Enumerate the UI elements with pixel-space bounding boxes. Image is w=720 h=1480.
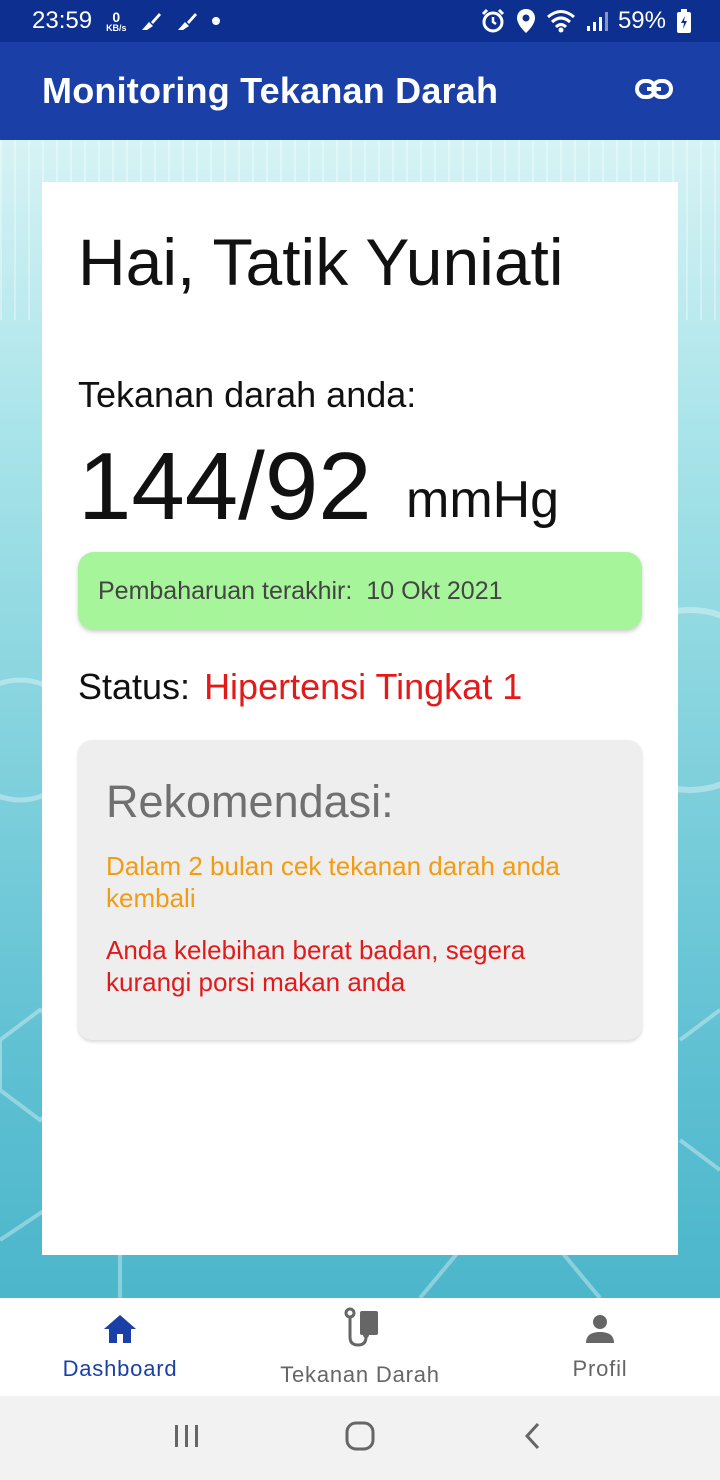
blood-pressure-icon	[338, 1307, 382, 1356]
nav-item-dashboard[interactable]: Dashboard	[0, 1298, 240, 1396]
dot-icon	[211, 16, 221, 26]
broom-icon	[139, 10, 163, 32]
greeting-text: Hai, Tatik Yuniati	[78, 225, 564, 299]
back-button[interactable]	[503, 1408, 563, 1468]
battery-percent: 59%	[617, 7, 666, 34]
home-circle-icon	[344, 1420, 376, 1457]
blood-pressure-label: Tekanan darah anda:	[78, 374, 417, 415]
wifi-icon	[546, 9, 576, 33]
home-icon	[102, 1313, 138, 1350]
app-bar: Monitoring Tekanan Darah	[0, 42, 720, 140]
link-button[interactable]	[630, 67, 678, 115]
system-navigation-bar	[0, 1396, 720, 1480]
recent-apps-button[interactable]	[157, 1408, 217, 1468]
link-icon	[635, 78, 673, 105]
net-speed-unit: KB/s	[106, 22, 127, 33]
status-bar: 23:59 0 KB/s 59%	[0, 0, 720, 42]
recommendation-item: Dalam 2 bulan cek tekanan darah anda kem…	[106, 851, 560, 913]
recommendation-box: Rekomendasi: Dalam 2 bulan cek tekanan d…	[78, 740, 642, 1040]
nav-item-tekanan-darah[interactable]: Tekanan Darah	[240, 1298, 480, 1396]
recent-apps-icon	[172, 1423, 202, 1454]
nav-label-tekanan-darah: Tekanan Darah	[280, 1361, 440, 1387]
status-time: 23:59	[32, 7, 93, 34]
alarm-icon	[480, 8, 506, 34]
battery-icon	[676, 8, 692, 34]
bottom-navigation: Dashboard Tekanan Darah Profil	[0, 1298, 720, 1396]
recommendation-title: Rekomendasi:	[106, 776, 394, 827]
home-button[interactable]	[330, 1408, 390, 1468]
location-icon	[516, 8, 536, 34]
nav-label-dashboard: Dashboard	[62, 1355, 178, 1381]
dashboard-card: Hai, Tatik Yuniati Tekanan darah anda: 1…	[42, 182, 678, 1255]
nav-item-profil[interactable]: Profil	[480, 1298, 720, 1396]
broom-icon	[175, 10, 199, 32]
recommendation-item: Anda kelebihan berat badan, segera kuran…	[106, 935, 526, 997]
back-chevron-icon	[522, 1421, 544, 1456]
blood-pressure-value: 144/92	[78, 433, 372, 540]
blood-pressure-unit: mmHg	[406, 471, 560, 529]
nav-label-profil: Profil	[572, 1355, 628, 1381]
last-update-box: Pembaharuan terakhir: 10 Okt 2021	[78, 552, 642, 630]
last-update-label: Pembaharuan terakhir:	[98, 576, 353, 605]
status-line: Status: Hipertensi Tingkat 1	[78, 666, 522, 708]
status-value: Hipertensi Tingkat 1	[204, 666, 523, 707]
net-speed-value: 0	[112, 8, 121, 25]
app-title: Monitoring Tekanan Darah	[42, 70, 499, 111]
net-speed-indicator: 0 KB/s	[106, 10, 127, 33]
signal-icon	[586, 10, 608, 32]
last-update-date: 10 Okt 2021	[366, 576, 503, 605]
status-label: Status:	[78, 666, 191, 707]
person-icon	[583, 1313, 617, 1350]
